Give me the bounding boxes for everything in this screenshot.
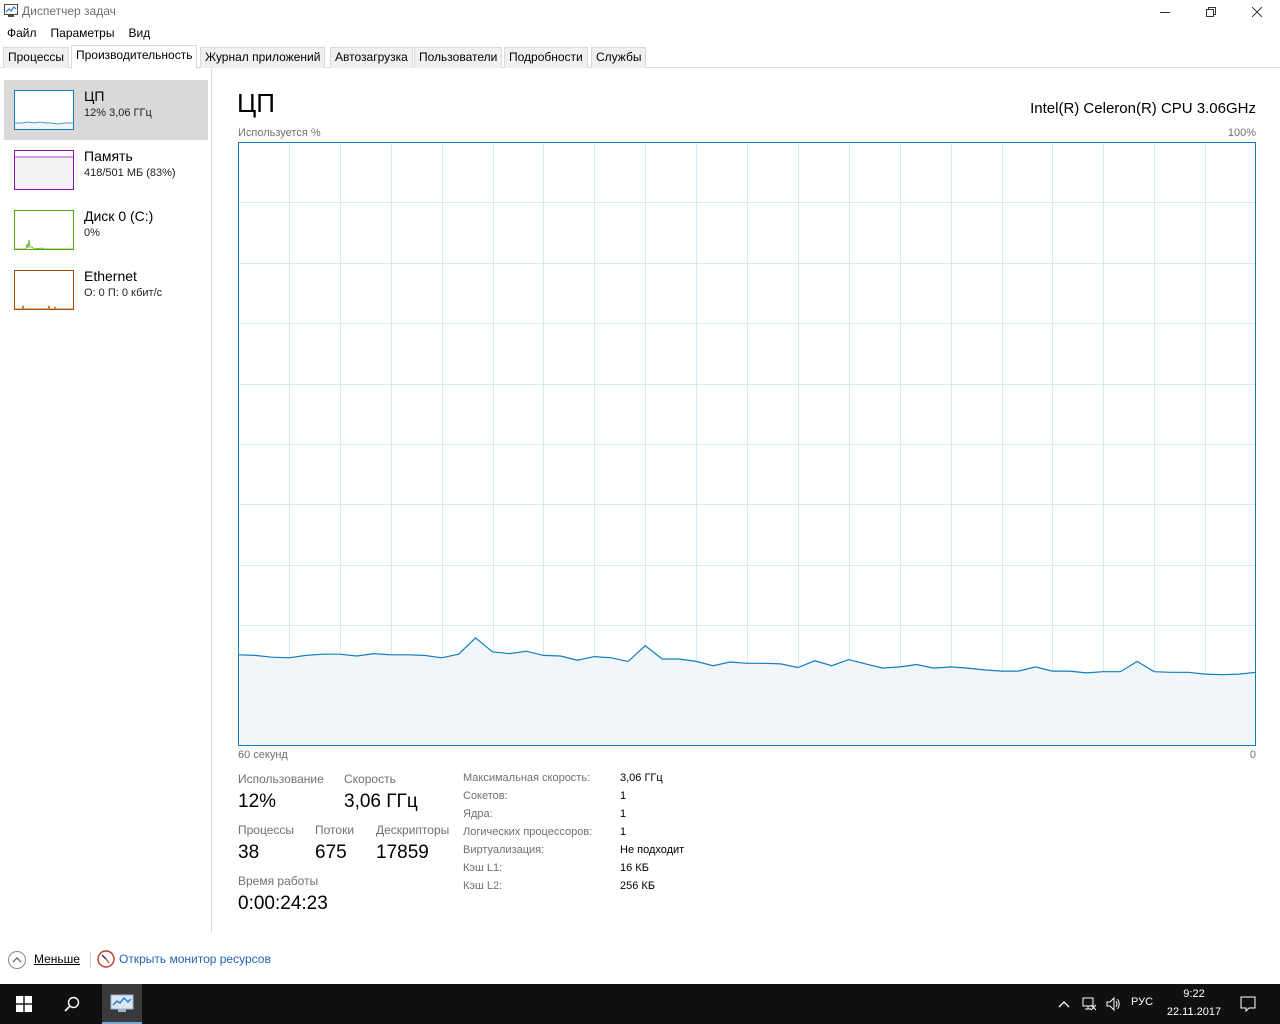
- y-axis-label: Используется %: [238, 127, 321, 139]
- sidebar-item-title: ЦП: [84, 88, 105, 104]
- window-title: Диспетчер задач: [22, 4, 116, 18]
- search-icon: [64, 996, 80, 1012]
- minimize-icon: [1160, 12, 1170, 13]
- l1-cache-label: Кэш L1:: [463, 862, 503, 874]
- sidebar-item-title: Диск 0 (C:): [84, 208, 154, 224]
- network-status-button[interactable]: [1078, 984, 1100, 1024]
- sidebar-item-disk[interactable]: Диск 0 (C:) 0%: [4, 200, 208, 260]
- cores-label: Ядра:: [463, 808, 493, 820]
- y-axis-max-label: 100%: [1227, 127, 1256, 139]
- utilization-label: Использование: [238, 772, 324, 786]
- sidebar-item-subtitle: 418/501 МБ (83%): [84, 167, 176, 179]
- disk-thumbnail-graph: [14, 210, 74, 250]
- tab-app-history[interactable]: Журнал приложений: [200, 47, 326, 68]
- cores-value: 1: [620, 808, 627, 820]
- max-speed-label: Максимальная скорость:: [463, 772, 591, 784]
- sidebar-item-subtitle: 0%: [84, 227, 100, 239]
- sidebar-item-subtitle: О: 0 П: 0 кбит/с: [84, 287, 163, 299]
- chevron-up-icon[interactable]: [7, 950, 27, 970]
- restore-button[interactable]: [1188, 0, 1234, 24]
- resource-sidebar: ЦП 12% 3,06 ГГц Память 418/501 МБ (83%) …: [0, 69, 212, 932]
- footer-bar: Меньше Открыть монитор ресурсов: [0, 944, 1280, 976]
- tab-users[interactable]: Пользователи: [414, 47, 503, 68]
- l2-cache-value: 256 КБ: [620, 880, 656, 892]
- uptime-value: 0:00:24:23: [238, 893, 328, 914]
- taskbar-task-manager[interactable]: [102, 984, 142, 1024]
- resource-monitor-icon: [97, 950, 115, 968]
- l2-cache-label: Кэш L2:: [463, 880, 503, 892]
- tab-startup[interactable]: Автозагрузка: [330, 47, 413, 68]
- tab-bar: Процессы Производительность Журнал прило…: [0, 45, 1280, 69]
- title-bar: Диспетчер задач: [0, 0, 1280, 24]
- processes-label: Процессы: [238, 823, 295, 837]
- menu-options[interactable]: Параметры: [44, 24, 122, 44]
- virtualization-value: Не подходит: [620, 844, 685, 856]
- sockets-value: 1: [620, 790, 627, 802]
- sidebar-item-title: Ethernet: [84, 268, 137, 284]
- page-title: ЦП: [237, 88, 275, 118]
- speed-value: 3,06 ГГц: [344, 791, 418, 812]
- chevron-up-icon: [1058, 1001, 1070, 1008]
- windows-logo-icon: [16, 996, 32, 1012]
- taskbar: РУС 9:22 22.11.2017: [0, 984, 1280, 1024]
- threads-label: Потоки: [315, 823, 355, 837]
- utilization-value: 12%: [238, 791, 277, 812]
- tab-processes[interactable]: Процессы: [3, 47, 70, 68]
- ethernet-thumbnail-graph: [14, 270, 74, 310]
- tab-details[interactable]: Подробности: [504, 47, 588, 68]
- handles-value: 17859: [376, 842, 429, 863]
- minimize-button[interactable]: [1142, 0, 1188, 24]
- input-language-indicator[interactable]: РУС: [1131, 996, 1153, 1008]
- sidebar-item-cpu[interactable]: ЦП 12% 3,06 ГГц: [4, 80, 208, 140]
- clock-time[interactable]: 9:22: [1166, 988, 1222, 1000]
- x-axis-left-label: 60 секунд: [238, 749, 288, 761]
- uptime-label: Время работы: [238, 874, 319, 888]
- cpu-model-name: Intel(R) Celeron(R) CPU 3.06GHz: [1030, 100, 1256, 117]
- footer-divider: [90, 952, 91, 968]
- close-icon: [1252, 7, 1262, 17]
- restore-icon: [1206, 7, 1216, 17]
- sidebar-item-memory[interactable]: Память 418/501 МБ (83%): [4, 140, 208, 200]
- menu-view[interactable]: Вид: [121, 24, 157, 44]
- fewer-details-button[interactable]: Меньше: [34, 952, 80, 966]
- cpu-usage-chart: [238, 142, 1256, 746]
- notifications-icon: [1240, 996, 1256, 1012]
- tab-services[interactable]: Службы: [591, 47, 647, 68]
- tab-performance[interactable]: Производительность: [71, 45, 198, 69]
- search-button[interactable]: [48, 984, 96, 1024]
- sidebar-item-title: Память: [84, 148, 133, 164]
- start-button[interactable]: [0, 984, 48, 1024]
- memory-thumbnail-graph: [14, 150, 74, 190]
- menu-bar: Файл Параметры Вид: [0, 24, 1280, 44]
- volume-button[interactable]: [1102, 984, 1124, 1024]
- x-axis-right-label: 0: [1249, 749, 1256, 761]
- logical-processors-value: 1: [620, 826, 627, 838]
- cpu-thumbnail-graph: [14, 90, 74, 130]
- action-center-button[interactable]: [1232, 984, 1264, 1024]
- speed-label: Скорость: [344, 772, 396, 786]
- close-button[interactable]: [1234, 0, 1280, 24]
- max-speed-value: 3,06 ГГц: [620, 772, 663, 784]
- clock-date[interactable]: 22.11.2017: [1162, 1006, 1226, 1018]
- threads-value: 675: [315, 842, 347, 863]
- logical-processors-label: Логических процессоров:: [463, 826, 593, 838]
- sidebar-item-subtitle: 12% 3,06 ГГц: [84, 107, 152, 119]
- show-hidden-icons-button[interactable]: [1054, 984, 1074, 1024]
- sidebar-item-ethernet[interactable]: Ethernet О: 0 П: 0 кбит/с: [4, 260, 208, 320]
- menu-file[interactable]: Файл: [0, 24, 44, 44]
- task-manager-icon: [4, 4, 18, 17]
- network-disconnected-icon: [1082, 997, 1097, 1011]
- l1-cache-value: 16 КБ: [620, 862, 649, 874]
- virtualization-label: Виртуализация:: [463, 844, 545, 856]
- processes-value: 38: [238, 842, 260, 863]
- speaker-icon: [1106, 996, 1120, 1012]
- sockets-label: Сокетов:: [463, 790, 508, 802]
- handles-label: Дескрипторы: [376, 823, 450, 837]
- open-resource-monitor-link[interactable]: Открыть монитор ресурсов: [119, 952, 271, 966]
- task-manager-icon: [110, 994, 134, 1012]
